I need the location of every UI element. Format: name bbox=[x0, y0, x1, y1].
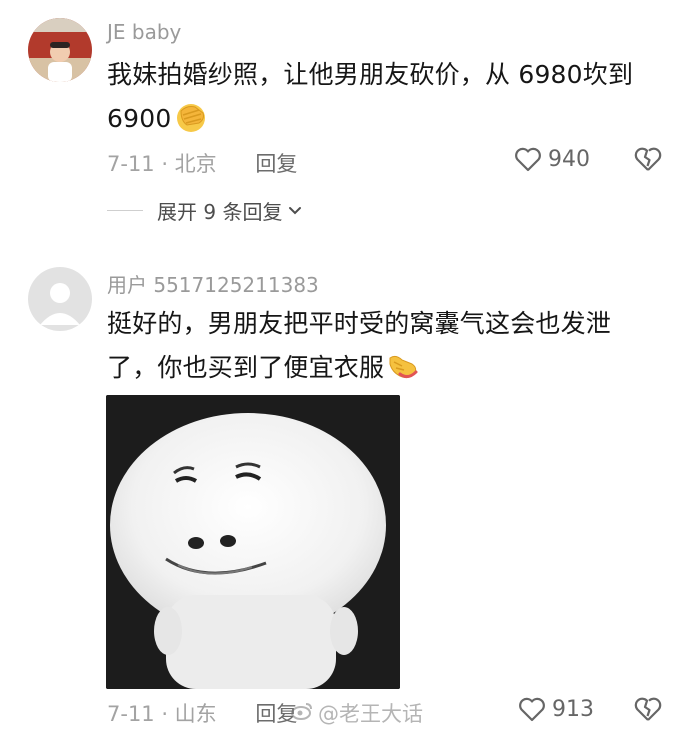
broken-heart-icon bbox=[634, 147, 662, 171]
username[interactable]: JE baby bbox=[107, 20, 181, 44]
expand-replies-label: 展开 9 条回复 bbox=[157, 200, 283, 224]
like-button[interactable]: 913 bbox=[518, 696, 594, 722]
divider-line bbox=[107, 210, 143, 211]
pointing-hand-emoji bbox=[386, 350, 422, 382]
chevron-down-icon bbox=[288, 201, 302, 220]
like-count: 940 bbox=[548, 146, 590, 172]
weibo-icon bbox=[290, 701, 314, 726]
username[interactable]: 用户 5517125211383 bbox=[107, 269, 319, 298]
like-count: 913 bbox=[552, 696, 594, 722]
watermark-text: @老王大话 bbox=[318, 702, 423, 726]
expand-replies[interactable]: 展开 9 条回复 bbox=[107, 196, 302, 225]
date-location: 7-11 · 北京 bbox=[107, 152, 217, 176]
comment-text: 挺好的，男朋友把平时受的窝囊气这会也发泄了，你也买到了便宜衣服 bbox=[107, 302, 647, 390]
date-location: 7-11 · 山东 bbox=[107, 702, 217, 726]
like-button[interactable]: 940 bbox=[514, 146, 590, 172]
comment-meta: 7-11 · 北京 回复 bbox=[107, 148, 297, 178]
watermark: @老王大话 bbox=[290, 698, 423, 728]
reply-button[interactable]: 回复 bbox=[255, 152, 297, 176]
comment-text: 我妹拍婚纱照，让他男朋友砍价，从 6980坎到6900 bbox=[107, 53, 657, 141]
dislike-button[interactable] bbox=[634, 696, 662, 726]
face-palm-emoji bbox=[173, 101, 209, 133]
heart-icon bbox=[519, 697, 545, 722]
heart-icon bbox=[515, 147, 541, 172]
avatar[interactable] bbox=[28, 18, 92, 82]
avatar-default[interactable] bbox=[28, 267, 92, 331]
dislike-button[interactable] bbox=[634, 146, 662, 176]
comment-text-body: 挺好的，男朋友把平时受的窝囊气这会也发泄了，你也买到了便宜衣服 bbox=[107, 309, 612, 382]
broken-heart-icon bbox=[634, 697, 662, 721]
meme-image[interactable] bbox=[106, 395, 400, 689]
comment-meta: 7-11 · 山东 回复 bbox=[107, 698, 297, 728]
